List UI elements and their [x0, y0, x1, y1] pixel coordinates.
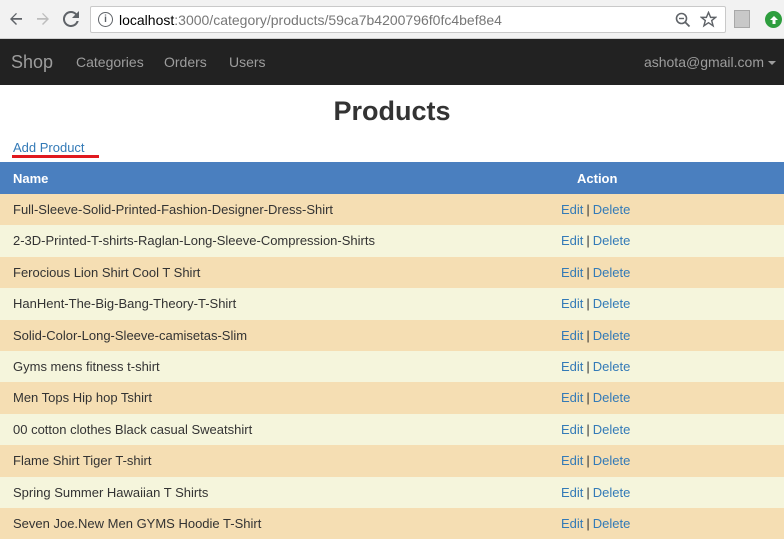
highlight-underline	[12, 155, 99, 158]
extension-icon[interactable]	[734, 10, 750, 28]
action-separator: |	[586, 515, 590, 531]
row-actions: Edit | Delete	[561, 453, 630, 468]
edit-link[interactable]: Edit	[561, 265, 583, 280]
row-actions: Edit | Delete	[561, 422, 630, 437]
nav-link-users[interactable]: Users	[229, 54, 266, 70]
product-name: Full-Sleeve-Solid-Printed-Fashion-Design…	[13, 202, 334, 217]
delete-link[interactable]: Delete	[593, 453, 631, 468]
table-header: Name Action	[0, 162, 784, 194]
url-text: localhost:3000/category/products/59ca7b4…	[119, 12, 502, 28]
info-icon[interactable]: i	[98, 12, 113, 27]
product-name: Flame Shirt Tiger T-shirt	[13, 453, 152, 469]
caret-down-icon	[768, 61, 776, 65]
action-separator: |	[586, 421, 590, 437]
table-row: Seven Joe.New Men GYMS Hoodie T-Shirt Edi…	[0, 507, 784, 539]
delete-link[interactable]: Delete	[593, 233, 631, 248]
nav-link-categories[interactable]: Categories	[76, 54, 144, 70]
address-bar[interactable]: i localhost:3000/category/products/59ca7…	[90, 6, 726, 33]
forward-icon	[37, 13, 49, 25]
product-name: Men Tops Hip hop Tshirt	[13, 390, 152, 406]
edit-link[interactable]: Edit	[561, 422, 583, 437]
table-row: Flame Shirt Tiger T-shirt Edit | Delete	[0, 445, 784, 477]
table-row: Spring Summer Hawaiian T Shirts Edit | Dele…	[0, 476, 784, 508]
row-actions: Edit | Delete	[561, 202, 630, 217]
table-row: HanHent-The-Big-Bang-Theory-T-Shirt Edit |…	[0, 288, 784, 320]
table-row: Men Tops Hip hop Tshirt Edit | Delete	[0, 382, 784, 414]
table-row: Ferocious Lion Shirt Cool T Shirt Edit | De…	[0, 256, 784, 289]
url-path: :3000/category/products/59ca7b4200796f0f…	[174, 12, 502, 28]
nav-link-orders[interactable]: Orders	[164, 54, 207, 70]
edit-link[interactable]: Edit	[561, 296, 583, 311]
product-name: Solid-Color-Long-Sleeve-camisetas-Slim	[13, 327, 248, 343]
row-actions: Edit | Delete	[561, 390, 630, 405]
edit-link[interactable]: Edit	[561, 485, 583, 500]
action-separator: |	[586, 453, 590, 469]
reload-button[interactable]	[60, 8, 82, 30]
delete-link[interactable]: Delete	[593, 359, 631, 374]
edit-link[interactable]: Edit	[561, 390, 583, 405]
table-row: Full-Sleeve-Solid-Printed-Fashion-Design…	[0, 194, 784, 226]
edit-link[interactable]: Edit	[561, 233, 583, 248]
edit-link[interactable]: Edit	[561, 359, 583, 374]
edit-link[interactable]: Edit	[561, 453, 583, 468]
delete-link[interactable]: Delete	[593, 328, 631, 343]
row-actions: Edit | Delete	[561, 296, 630, 311]
table-row: Gyms mens fitness t-shirt Edit | Delete	[0, 350, 784, 383]
delete-link[interactable]: Delete	[593, 516, 631, 531]
action-separator: |	[586, 264, 590, 280]
table-row: Solid-Color-Long-Sleeve-camisetas-Slim Ed…	[0, 319, 784, 351]
row-actions: Edit | Delete	[561, 328, 630, 343]
delete-link[interactable]: Delete	[593, 296, 631, 311]
column-header-name: Name	[13, 171, 49, 186]
row-actions: Edit | Delete	[561, 516, 630, 531]
delete-link[interactable]: Delete	[593, 485, 631, 500]
top-navbar: Shop Categories Orders Users ashota@gmai…	[0, 39, 784, 85]
edit-link[interactable]: Edit	[561, 516, 583, 531]
forward-button[interactable]	[32, 8, 54, 30]
action-separator: |	[586, 358, 590, 374]
delete-link[interactable]: Delete	[593, 265, 631, 280]
product-name: Gyms mens fitness t-shirt	[13, 358, 160, 374]
browser-toolbar: i localhost:3000/category/products/59ca7…	[0, 0, 784, 39]
product-name: 2-3D-Printed-T-shirts-Raglan-Long-Sleeve…	[13, 233, 375, 249]
page-title: Products	[333, 96, 451, 126]
action-separator: |	[586, 484, 590, 500]
action-separator: |	[586, 296, 590, 312]
product-name: Ferocious Lion Shirt Cool T Shirt	[13, 264, 201, 280]
update-icon[interactable]	[765, 11, 782, 28]
brand-link[interactable]: Shop	[11, 52, 53, 73]
product-name: 00 cotton clothes Black casual Sweatshir…	[13, 421, 253, 437]
edit-link[interactable]: Edit	[561, 202, 583, 217]
add-product-link[interactable]: Add Product	[13, 140, 85, 155]
delete-link[interactable]: Delete	[593, 422, 631, 437]
row-actions: Edit | Delete	[561, 359, 630, 374]
products-table: Name Action Full-Sleeve-Solid-Printed-Fa…	[0, 162, 784, 539]
delete-link[interactable]: Delete	[593, 390, 631, 405]
action-separator: |	[586, 327, 590, 343]
table-body: Full-Sleeve-Solid-Printed-Fashion-Design…	[0, 194, 784, 539]
table-row: 00 cotton clothes Black casual Sweatshir…	[0, 413, 784, 446]
product-name: HanHent-The-Big-Bang-Theory-T-Shirt	[13, 296, 237, 312]
back-button[interactable]	[5, 8, 27, 30]
row-actions: Edit | Delete	[561, 233, 630, 248]
product-name: Seven Joe.New Men GYMS Hoodie T-Shirt	[13, 515, 262, 531]
delete-link[interactable]: Delete	[593, 202, 631, 217]
action-separator: |	[586, 202, 590, 217]
reload-icon	[63, 11, 79, 27]
action-separator: |	[586, 390, 590, 406]
user-email: ashota@gmail.com	[643, 54, 764, 70]
row-actions: Edit | Delete	[561, 485, 630, 500]
row-actions: Edit | Delete	[561, 265, 630, 280]
zoom-icon[interactable]	[675, 12, 691, 28]
star-icon[interactable]	[700, 11, 717, 28]
table-row: 2-3D-Printed-T-shirts-Raglan-Long-Sleeve…	[0, 225, 784, 257]
product-name: Spring Summer Hawaiian T Shirts	[13, 484, 209, 500]
edit-link[interactable]: Edit	[561, 328, 583, 343]
url-host: localhost	[119, 12, 175, 28]
action-separator: |	[586, 233, 590, 249]
back-icon	[10, 13, 22, 25]
column-header-action: Action	[577, 171, 618, 186]
user-dropdown[interactable]: ashota@gmail.com	[644, 54, 776, 70]
